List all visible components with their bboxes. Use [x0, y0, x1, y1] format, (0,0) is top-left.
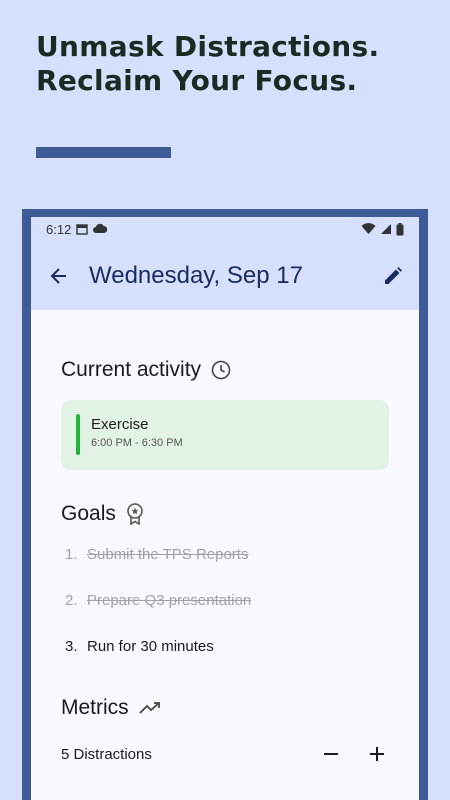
status-time: 6:12	[46, 221, 72, 237]
calendar-icon	[76, 224, 89, 235]
goal-text: Submit the TPS Reports	[87, 546, 249, 563]
wifi-icon	[361, 223, 376, 234]
signal-icon	[381, 224, 391, 234]
trending-up-icon	[139, 702, 160, 714]
goals-title: Goals	[61, 502, 116, 525]
goal-text: Run for 30 minutes	[87, 638, 214, 655]
current-activity-heading: Current activity	[61, 358, 389, 382]
minus-icon[interactable]	[319, 742, 343, 766]
plus-icon[interactable]	[365, 742, 389, 766]
current-activity-title: Current activity	[61, 358, 202, 381]
distractions-label: 5 Distractions	[61, 745, 152, 763]
clock-icon	[211, 360, 231, 380]
headline-line-1: Unmask Distractions.	[36, 30, 380, 63]
goal-number: 3.	[65, 638, 78, 655]
goal-item[interactable]: 2. Prepare Q3 presentation	[61, 592, 389, 638]
goal-number: 2.	[65, 592, 78, 609]
goal-item[interactable]: 1. Submit the TPS Reports	[61, 546, 389, 592]
main-content: Current activity Exercise 6:00 PM - 6:30…	[31, 358, 419, 766]
edit-pencil-icon[interactable]	[381, 264, 405, 288]
metrics-title: Metrics	[61, 696, 129, 719]
page-title: Wednesday, Sep 17	[89, 261, 303, 289]
activity-stripe	[76, 414, 80, 455]
accent-bar	[36, 147, 171, 158]
distractions-row: 5 Distractions	[61, 742, 389, 766]
phone-frame: 6:12 Wednesday, Sep 17 Current activity	[22, 209, 428, 800]
goal-list: 1. Submit the TPS Reports 2. Prepare Q3 …	[61, 546, 389, 684]
cloud-icon	[93, 223, 108, 233]
activity-name: Exercise	[91, 416, 149, 433]
goal-text: Prepare Q3 presentation	[87, 592, 252, 609]
back-arrow-icon[interactable]	[47, 264, 71, 288]
promo-headline: Unmask Distractions. Reclaim Your Focus.	[36, 30, 379, 98]
headline-line-2: Reclaim Your Focus.	[36, 64, 358, 97]
goal-item[interactable]: 3. Run for 30 minutes	[61, 638, 389, 684]
status-icons	[361, 222, 404, 236]
distractions-stepper	[319, 742, 389, 766]
goals-heading: Goals	[61, 502, 389, 526]
app-bar: Wednesday, Sep 17	[31, 241, 419, 310]
status-bar: 6:12	[31, 217, 419, 241]
activity-card[interactable]: Exercise 6:00 PM - 6:30 PM	[61, 400, 389, 470]
activity-time: 6:00 PM - 6:30 PM	[91, 437, 183, 449]
goal-number: 1.	[65, 546, 78, 563]
metrics-heading: Metrics	[61, 696, 389, 720]
phone-screen: 6:12 Wednesday, Sep 17 Current activity	[31, 217, 419, 800]
battery-icon	[396, 222, 404, 235]
award-badge-icon	[127, 503, 143, 525]
